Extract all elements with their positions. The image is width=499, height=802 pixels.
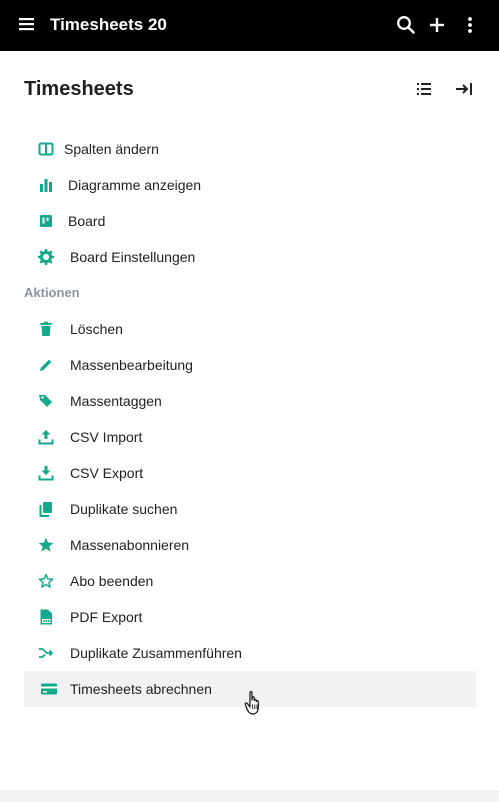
star-filled-icon <box>38 537 54 552</box>
menu-item-label: Duplikate suchen <box>70 501 178 517</box>
section-label-aktionen: Aktionen <box>24 275 476 311</box>
panel-bottom-edge <box>0 790 499 802</box>
menu-item-label: PDF Export <box>70 609 143 625</box>
menu-item-csv-export[interactable]: CSV Export <box>24 455 476 491</box>
bar-chart-icon <box>40 179 52 192</box>
menu-item-board-einstellungen[interactable]: Board Einstellungen <box>24 239 476 275</box>
menu-icon[interactable] <box>19 16 35 32</box>
merge-icon <box>39 648 54 658</box>
trash-icon <box>40 321 52 336</box>
gear-icon <box>38 249 54 265</box>
collapse-panel-icon[interactable] <box>454 79 474 99</box>
menu-item-csv-import[interactable]: CSV Import <box>24 419 476 455</box>
panel-title: Timesheets <box>24 78 134 100</box>
menu-item-label: Board <box>68 213 106 229</box>
menu-item-label: Abo beenden <box>70 573 154 589</box>
menu-item-diagramme-anzeigen[interactable]: Diagramme anzeigen <box>24 167 476 203</box>
actions-menu: Spalten ändern Diagramme anzeigen Board <box>24 131 476 707</box>
menu-item-duplikate-zusammenfuehren[interactable]: Duplikate Zusammenführen <box>24 635 476 671</box>
menu-item-spalten-aendern[interactable]: Spalten ändern <box>24 131 476 167</box>
panel-header: Timesheets <box>24 76 476 102</box>
menu-item-board[interactable]: Board <box>24 203 476 239</box>
hand-cursor-icon <box>244 691 259 715</box>
pdf-icon <box>40 609 52 625</box>
top-bar: Timesheets 20 <box>0 0 499 51</box>
menu-item-duplikate-suchen[interactable]: Duplikate suchen <box>24 491 476 527</box>
list-view-icon[interactable] <box>414 79 434 99</box>
menu-item-pdf-export[interactable]: PDF Export <box>24 599 476 635</box>
pencil-icon <box>40 359 52 371</box>
menu-item-label: Massenbearbeitung <box>70 357 193 373</box>
credit-card-icon <box>41 683 57 695</box>
star-outline-icon <box>38 573 54 588</box>
menu-item-massenbearbeitung[interactable]: Massenbearbeitung <box>24 347 476 383</box>
menu-item-label: CSV Export <box>70 465 144 481</box>
tags-icon <box>39 395 52 407</box>
board-icon <box>40 215 52 227</box>
menu-item-label: Massentaggen <box>70 393 162 409</box>
section-title: Aktionen <box>24 285 80 300</box>
more-vert-icon[interactable] <box>459 14 481 36</box>
menu-item-label: CSV Import <box>70 429 143 445</box>
menu-item-massentaggen[interactable]: Massentaggen <box>24 383 476 419</box>
menu-item-label: Massenabonnieren <box>70 537 190 553</box>
menu-item-label: Duplikate Zusammenführen <box>70 645 242 661</box>
menu-item-label: Löschen <box>70 321 123 337</box>
menu-item-abo-beenden[interactable]: Abo beenden <box>24 563 476 599</box>
menu-item-label: Spalten ändern <box>64 141 159 157</box>
columns-icon <box>38 142 54 156</box>
download-icon <box>38 466 54 481</box>
menu-item-label: Diagramme anzeigen <box>68 177 202 193</box>
menu-item-label: Board Einstellungen <box>70 249 196 265</box>
menu-item-loeschen[interactable]: Löschen <box>24 311 476 347</box>
app-title: Timesheets 20 <box>50 15 167 34</box>
copy-icon <box>39 502 52 517</box>
upload-icon <box>38 430 54 445</box>
menu-item-label: Timesheets abrechnen <box>70 681 212 697</box>
search-icon[interactable] <box>395 14 417 36</box>
menu-item-massenabonnieren[interactable]: Massenabonnieren <box>24 527 476 563</box>
add-icon[interactable] <box>426 14 448 36</box>
